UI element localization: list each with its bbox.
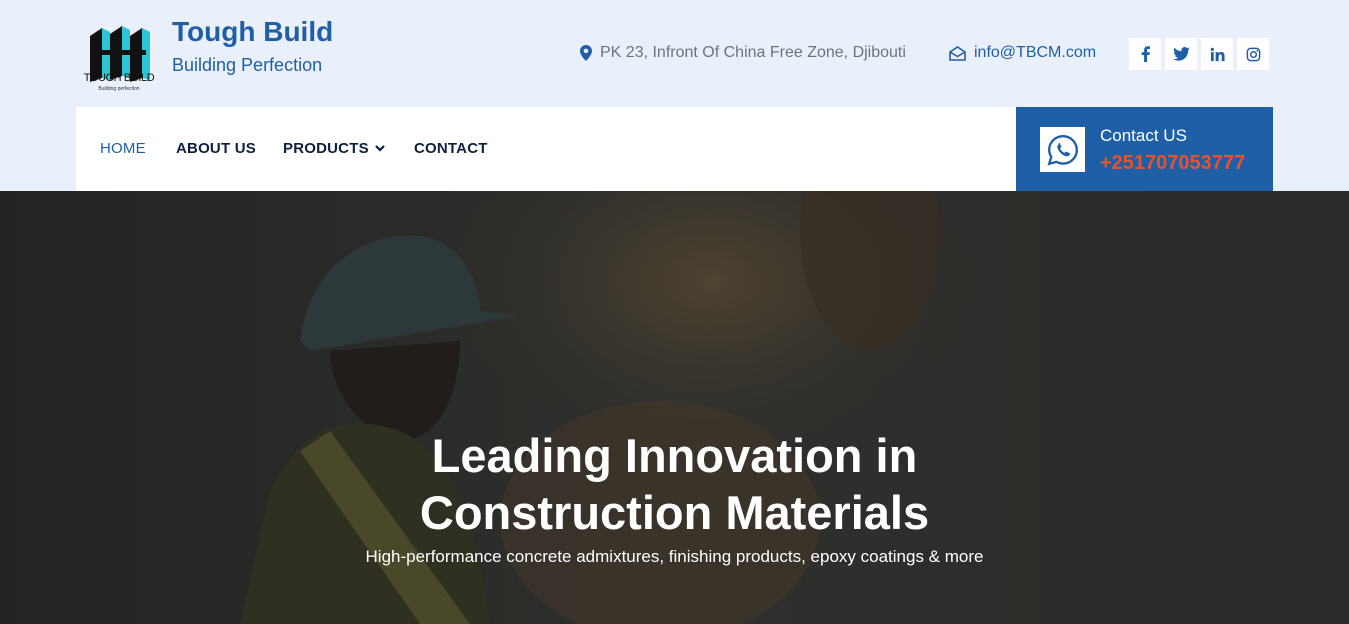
nav-about-us[interactable]: ABOUT US: [176, 140, 256, 157]
facebook-icon[interactable]: [1129, 38, 1161, 70]
chevron-down-icon: [375, 145, 385, 152]
hero-banner: Leading Innovation in Construction Mater…: [0, 191, 1349, 624]
hero-title: Leading Innovation in Construction Mater…: [0, 427, 1349, 541]
whatsapp-icon: [1040, 127, 1085, 172]
location-pin-icon: [580, 45, 592, 61]
nav-home[interactable]: HOME: [100, 140, 146, 157]
main-navigation: HOME ABOUT US PRODUCTS CONTACT: [76, 107, 1016, 191]
nav-contact[interactable]: CONTACT: [414, 140, 488, 157]
email-text[interactable]: info@TBCM.com: [974, 44, 1096, 62]
hero-subtitle: High-performance concrete admixtures, fi…: [365, 547, 984, 566]
logo-text: TOUGH BUILD: [83, 72, 155, 84]
logo-subtext: Building perfection: [98, 86, 140, 92]
brand-tagline: Building Perfection: [172, 55, 323, 75]
envelope-icon: [949, 45, 966, 61]
brand-title[interactable]: Tough Build: [172, 16, 333, 48]
instagram-icon[interactable]: [1237, 38, 1269, 70]
twitter-icon[interactable]: [1165, 38, 1197, 70]
social-links: [1129, 38, 1269, 70]
hero-title-line2: Construction Materials: [419, 486, 930, 539]
hero-title-line1: Leading Innovation in: [431, 429, 918, 482]
nav-products-label: PRODUCTS: [283, 140, 369, 157]
contact-phone[interactable]: +251707053777: [1100, 152, 1245, 175]
email-link[interactable]: info@TBCM.com: [949, 44, 1096, 62]
address: PK 23, Infront Of China Free Zone, Djibo…: [580, 44, 906, 62]
linkedin-icon[interactable]: [1201, 38, 1233, 70]
top-header: TOUGH BUILD Building perfection Tough Bu…: [0, 0, 1349, 107]
nav-products[interactable]: PRODUCTS: [283, 140, 385, 157]
address-text: PK 23, Infront Of China Free Zone, Djibo…: [600, 44, 906, 61]
contact-label: Contact US: [1100, 126, 1187, 145]
whatsapp-contact-box[interactable]: Contact US +251707053777: [1016, 107, 1273, 191]
